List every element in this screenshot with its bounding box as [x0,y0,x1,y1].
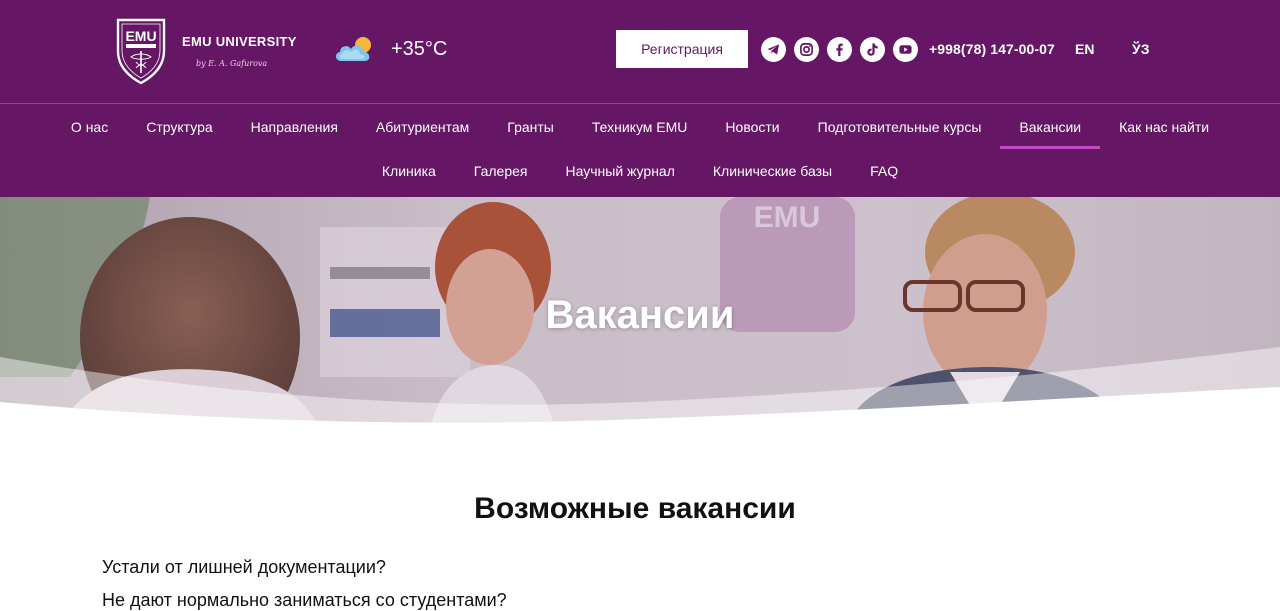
tiktok-icon[interactable] [860,37,885,62]
section-title: Возможные вакансии [474,492,796,525]
hero-banner: EMU Вакансии [0,197,1280,430]
weather-temperature: +35°C [391,37,448,60]
phone-number[interactable]: +998(78) 147-00-07 [929,41,1055,57]
cloud-sun-icon [335,37,371,61]
nav-item-clinic[interactable]: Клиника [363,148,455,193]
nav-item-structure[interactable]: Структура [127,104,231,149]
nav-row-secondary: Клиника Галерея Научный журнал Клиническ… [0,148,1280,193]
top-header: EMU EMU UNIVERSITY by E. A. Gafurova +35… [0,0,1280,103]
facebook-icon[interactable] [827,37,852,62]
site-logo[interactable]: EMU EMU UNIVERSITY by E. A. Gafurova [114,17,304,85]
nav-item-news[interactable]: Новости [706,104,798,149]
vacancy-paragraph: Не дают нормально заниматься со студента… [102,590,507,610]
nav-item-college[interactable]: Техникум EMU [573,104,707,149]
nav-item-clinical-bases[interactable]: Клинические базы [694,148,851,193]
university-shield-icon: EMU [116,18,166,85]
nav-item-programs[interactable]: Направления [232,104,357,149]
nav-item-grants[interactable]: Гранты [488,104,573,149]
nav-item-journal[interactable]: Научный журнал [547,148,694,193]
register-button[interactable]: Регистрация [616,30,748,68]
nav-item-about[interactable]: О нас [52,104,127,149]
nav-item-faq[interactable]: FAQ [851,148,917,193]
vacancy-paragraph: Устали от лишней документации? [102,557,386,577]
telegram-icon[interactable] [761,37,786,62]
youtube-icon[interactable] [893,37,918,62]
nav-row-primary: О нас Структура Направления Абитуриентам… [0,104,1280,149]
social-links [761,37,918,62]
nav-item-prep-courses[interactable]: Подготовительные курсы [799,104,1001,149]
nav-item-gallery[interactable]: Галерея [455,148,547,193]
brand-signature: by E. A. Gafurova [196,59,268,68]
language-uz[interactable]: ЎЗ [1132,41,1149,57]
main-nav: О нас Структура Направления Абитуриентам… [0,104,1280,197]
hero-title: Вакансии [545,293,735,337]
instagram-icon[interactable] [794,37,819,62]
nav-item-location[interactable]: Как нас найти [1100,104,1228,149]
nav-item-applicants[interactable]: Абитуриентам [357,104,488,149]
shield-text: EMU [125,28,156,44]
language-en[interactable]: EN [1075,41,1094,57]
weather-widget: +35°C [333,33,447,65]
brand-name: EMU UNIVERSITY [182,34,297,49]
nav-item-vacancies[interactable]: Вакансии [1000,104,1100,149]
